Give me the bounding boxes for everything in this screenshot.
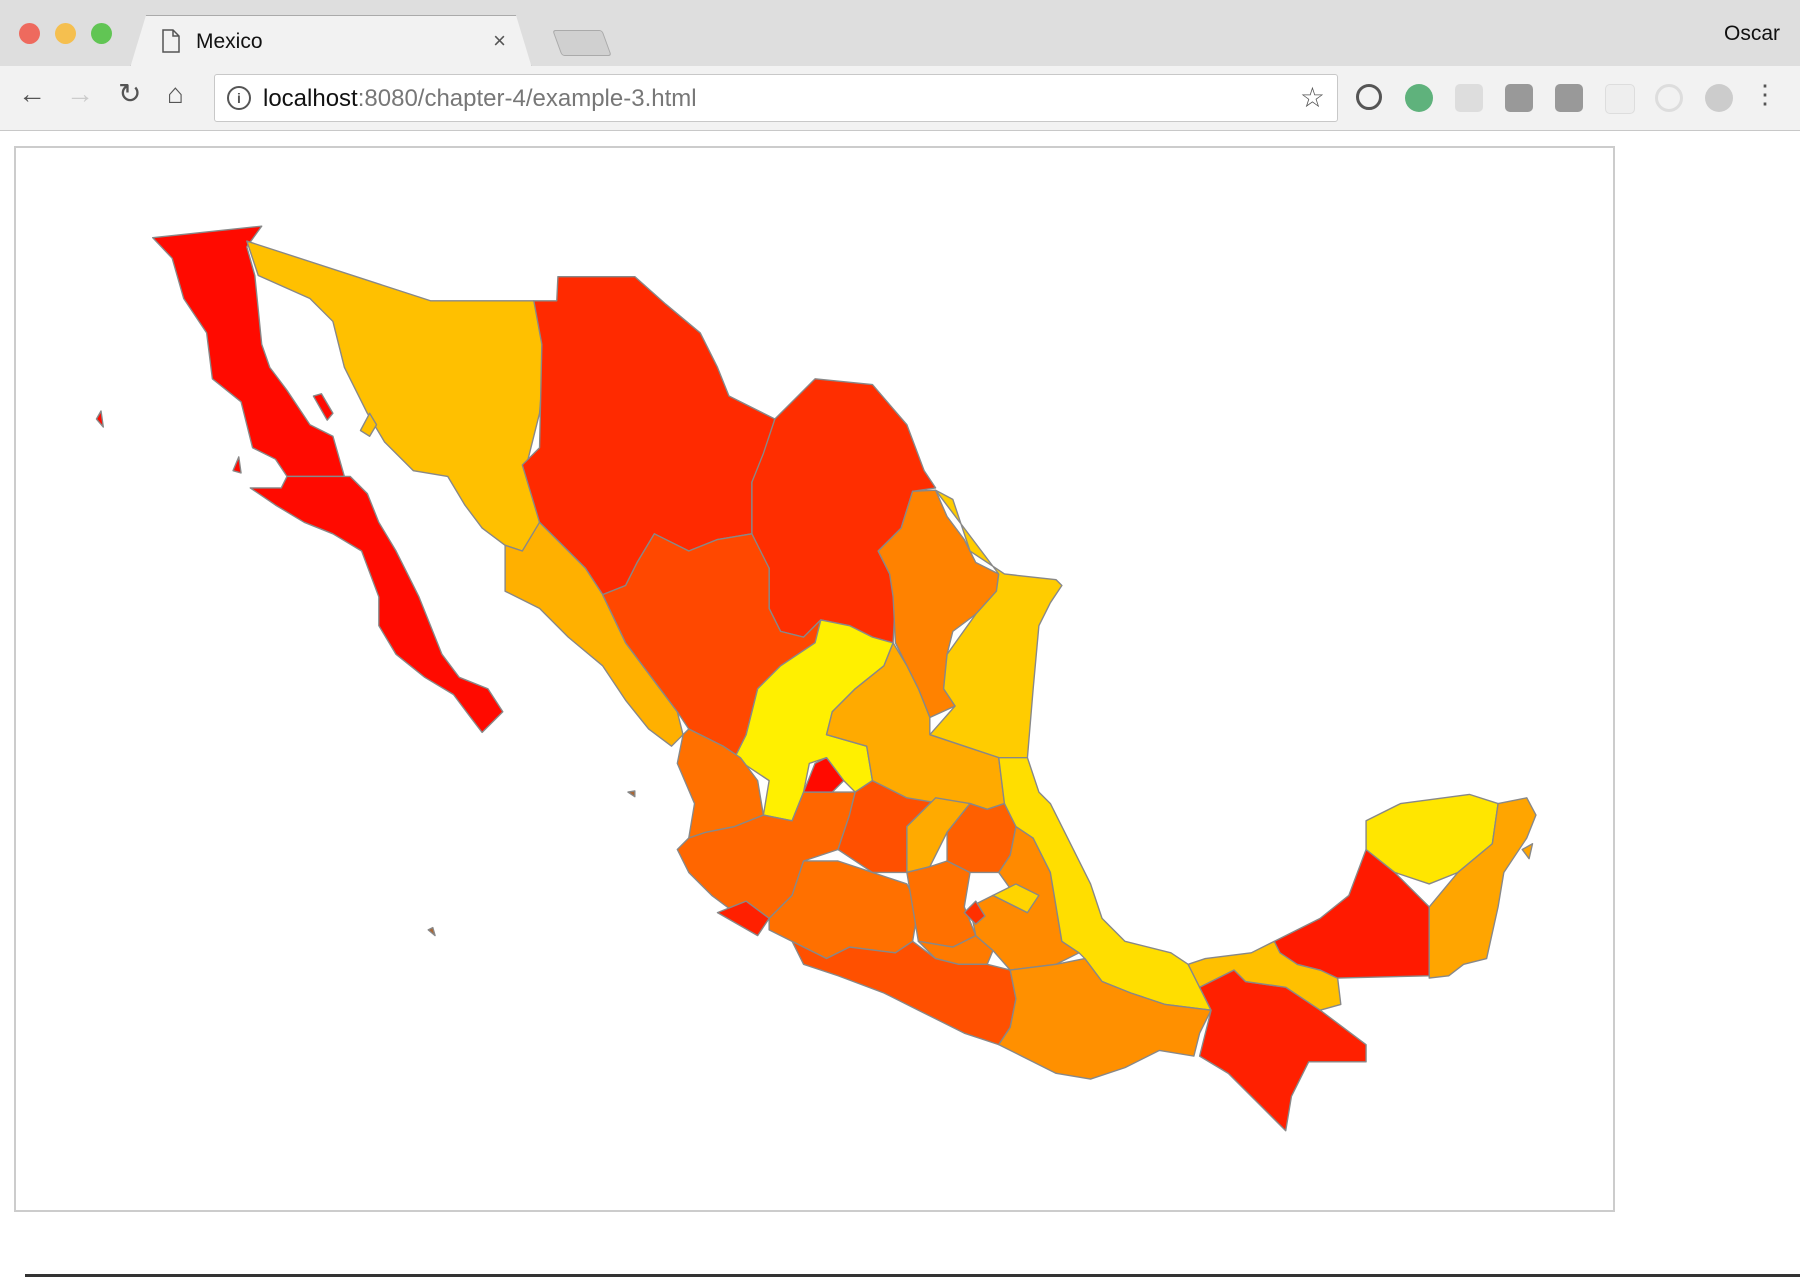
- state-chiapas[interactable]: [1198, 969, 1367, 1132]
- island: [627, 790, 636, 798]
- island: [1521, 843, 1534, 860]
- island: [312, 393, 334, 421]
- state-baja-california-sur[interactable]: [249, 475, 504, 734]
- island: [232, 456, 242, 474]
- state-mexico[interactable]: [906, 860, 977, 948]
- island: [95, 410, 105, 428]
- island: [427, 926, 436, 937]
- mexico-map: [95, 225, 1537, 1132]
